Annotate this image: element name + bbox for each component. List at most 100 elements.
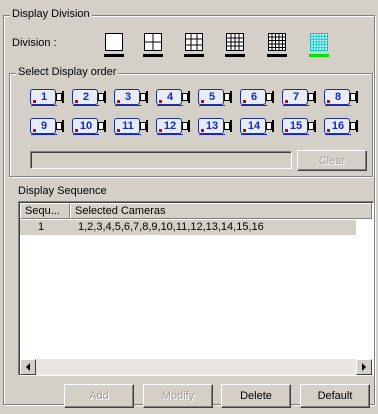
camera-number: 16 <box>325 119 351 135</box>
camera-icon: 4 <box>156 89 183 106</box>
camera-number: 10 <box>73 119 99 135</box>
camera-mount-icon <box>104 91 108 103</box>
camera-number: 1 <box>31 90 57 106</box>
camera-mount-icon <box>146 120 150 132</box>
layout-nine-button[interactable] <box>184 32 204 57</box>
camera-mount-icon <box>272 120 276 132</box>
nine-view-icon <box>185 33 203 51</box>
horizontal-scrollbar[interactable] <box>20 359 372 375</box>
camera-indicator-dot <box>159 100 162 103</box>
camera-icon: 15 <box>282 118 309 135</box>
camera-mount-icon <box>356 91 360 103</box>
column-header-selected-cameras[interactable]: Selected Cameras <box>70 203 372 219</box>
camera-indicator-dot <box>33 129 36 132</box>
layout-thirty-six-button[interactable] <box>309 32 329 57</box>
camera-icon: 3 <box>114 89 141 106</box>
twenty-five-view-icon <box>268 33 286 51</box>
camera-button-6[interactable]: 6 <box>240 88 278 106</box>
arrow-right-icon <box>362 363 366 371</box>
camera-mount-icon <box>314 120 318 132</box>
layout-underline <box>104 54 124 57</box>
row-sequence: 1 <box>38 221 45 233</box>
camera-indicator-dot <box>327 100 330 103</box>
camera-indicator-dot <box>243 129 246 132</box>
layout-sixteen-button[interactable] <box>225 32 245 57</box>
camera-button-8[interactable]: 8 <box>324 88 362 106</box>
camera-button-9[interactable]: 9 <box>30 117 68 135</box>
camera-indicator-dot <box>285 129 288 132</box>
camera-number: 13 <box>199 119 225 135</box>
scroll-right-button[interactable] <box>356 359 372 375</box>
camera-button-11[interactable]: 11 <box>114 117 152 135</box>
camera-icon: 6 <box>240 89 267 106</box>
camera-icon: 11 <box>114 118 141 135</box>
camera-button-12[interactable]: 12 <box>156 117 194 135</box>
camera-number: 7 <box>283 90 309 106</box>
camera-icon: 16 <box>324 118 351 135</box>
camera-button-15[interactable]: 15 <box>282 117 320 135</box>
camera-number: 14 <box>241 119 267 135</box>
quad-view-icon <box>144 33 162 51</box>
camera-number: 2 <box>73 90 99 106</box>
list-inner: Sequ... Selected Cameras 1 1,2,3,4,5,6,7… <box>20 203 372 375</box>
table-row[interactable]: 1 1,2,3,4,5,6,7,8,9,10,11,12,13,14,15,16 <box>20 220 356 235</box>
layout-underline <box>184 54 204 57</box>
layout-underline <box>225 54 245 57</box>
camera-button-10[interactable]: 10 <box>72 117 110 135</box>
add-button[interactable]: Add <box>64 384 134 408</box>
camera-icon: 7 <box>282 89 309 106</box>
camera-icon: 2 <box>72 89 99 106</box>
camera-button-7[interactable]: 7 <box>282 88 320 106</box>
delete-button[interactable]: Delete <box>221 384 291 408</box>
camera-icon: 5 <box>198 89 225 106</box>
camera-mount-icon <box>62 91 66 103</box>
camera-number: 4 <box>157 90 183 106</box>
camera-number: 11 <box>115 119 141 135</box>
display-sequence-list[interactable]: Sequ... Selected Cameras 1 1,2,3,4,5,6,7… <box>18 201 374 376</box>
default-button[interactable]: Default <box>300 384 370 408</box>
clear-button[interactable]: Clear <box>297 150 367 171</box>
camera-indicator-dot <box>75 129 78 132</box>
camera-button-1[interactable]: 1 <box>30 88 68 106</box>
row-selected-cameras: 1,2,3,4,5,6,7,8,9,10,11,12,13,14,15,16 <box>78 221 264 233</box>
camera-number: 12 <box>157 119 183 135</box>
camera-button-14[interactable]: 14 <box>240 117 278 135</box>
camera-icon: 8 <box>324 89 351 106</box>
camera-indicator-dot <box>75 100 78 103</box>
single-view-icon <box>105 33 123 51</box>
sixteen-view-icon <box>226 33 244 51</box>
camera-button-5[interactable]: 5 <box>198 88 236 106</box>
camera-mount-icon <box>230 91 234 103</box>
camera-indicator-dot <box>285 100 288 103</box>
camera-indicator-dot <box>201 129 204 132</box>
arrow-left-icon <box>26 363 30 371</box>
camera-number: 15 <box>283 119 309 135</box>
display-order-field[interactable] <box>30 151 292 169</box>
camera-button-4[interactable]: 4 <box>156 88 194 106</box>
camera-icon: 1 <box>30 89 57 106</box>
layout-underline <box>267 54 287 57</box>
camera-button-3[interactable]: 3 <box>114 88 152 106</box>
display-sequence-title: Display Sequence <box>18 185 107 197</box>
layout-underline <box>143 54 163 57</box>
layout-single-button[interactable] <box>104 32 124 57</box>
camera-mount-icon <box>356 120 360 132</box>
layout-twenty-five-button[interactable] <box>267 32 287 57</box>
camera-mount-icon <box>188 91 192 103</box>
camera-button-2[interactable]: 2 <box>72 88 110 106</box>
camera-mount-icon <box>146 91 150 103</box>
scroll-left-button[interactable] <box>20 359 36 375</box>
camera-button-16[interactable]: 16 <box>324 117 362 135</box>
column-header-sequence[interactable]: Sequ... <box>20 203 70 219</box>
select-display-order-title: Select Display order <box>16 66 119 78</box>
camera-indicator-dot <box>327 129 330 132</box>
camera-indicator-dot <box>201 100 204 103</box>
display-division-title: Display Division <box>10 8 92 20</box>
camera-mount-icon <box>104 120 108 132</box>
thirty-six-view-icon <box>310 33 328 51</box>
layout-quad-button[interactable] <box>143 32 163 57</box>
camera-indicator-dot <box>33 100 36 103</box>
modify-button[interactable]: Modify <box>143 384 213 408</box>
camera-number: 6 <box>241 90 267 106</box>
camera-button-13[interactable]: 13 <box>198 117 236 135</box>
